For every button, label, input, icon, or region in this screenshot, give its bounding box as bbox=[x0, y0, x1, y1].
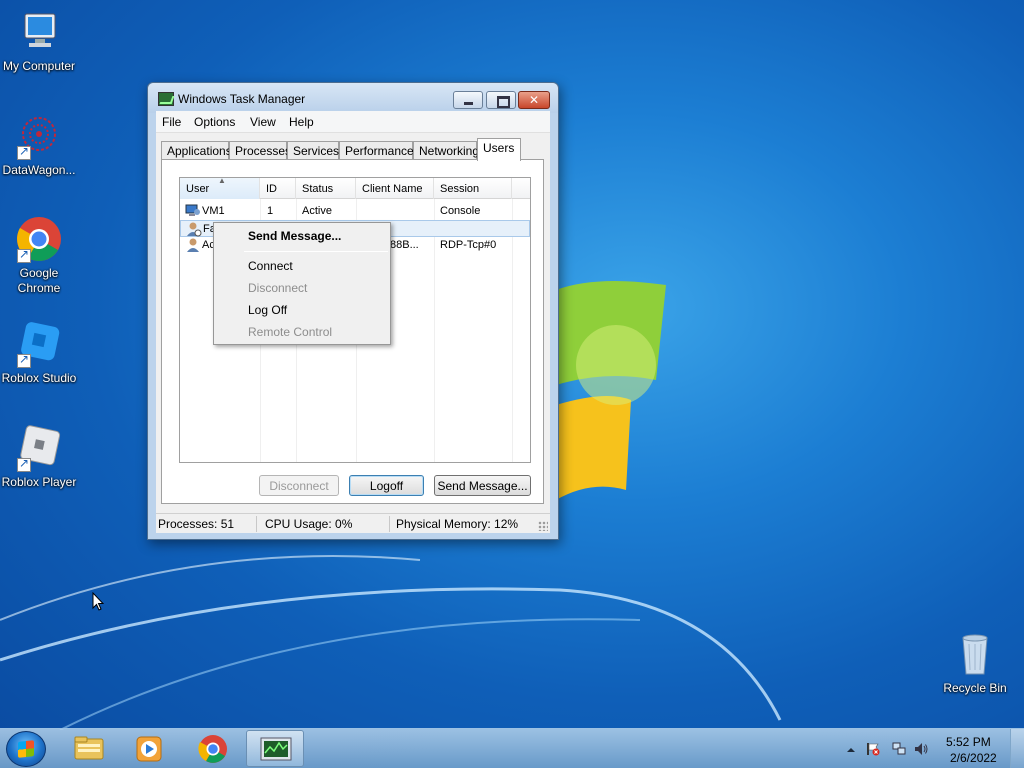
column-header-user[interactable]: ▲ User bbox=[180, 176, 260, 199]
column-header-client-name[interactable]: Client Name bbox=[356, 178, 434, 199]
context-connect[interactable]: Connect bbox=[216, 256, 388, 276]
shortcut-arrow-icon bbox=[17, 352, 31, 368]
media-player-icon bbox=[136, 736, 162, 762]
user-context-menu: Send Message... Connect Disconnect Log O… bbox=[213, 222, 391, 345]
status-cpu-usage: CPU Usage: 0% bbox=[265, 517, 353, 531]
show-desktop-button[interactable] bbox=[1010, 729, 1024, 768]
desktop-icon-datawagon[interactable]: DataWagon... bbox=[0, 112, 78, 178]
shortcut-arrow-icon bbox=[17, 144, 31, 160]
mouse-cursor-icon bbox=[92, 592, 104, 611]
desktop-icon-roblox-studio[interactable]: Roblox Studio bbox=[0, 320, 78, 386]
desktop-icon-label: Roblox Player bbox=[1, 475, 77, 489]
table-row[interactable]: VM1 1 Active Console bbox=[180, 203, 530, 220]
datawagon-icon bbox=[15, 112, 63, 160]
column-header-session[interactable]: Session bbox=[434, 178, 512, 199]
context-menu-separator bbox=[244, 251, 388, 252]
context-remote-control: Remote Control bbox=[248, 325, 333, 339]
status-physical-memory: Physical Memory: 12% bbox=[396, 517, 519, 531]
windows-explorer-icon bbox=[74, 736, 104, 760]
maximize-button[interactable] bbox=[486, 91, 516, 109]
recycle-bin-icon bbox=[951, 630, 999, 678]
resize-grip-icon[interactable] bbox=[538, 521, 548, 531]
menu-help[interactable]: Help bbox=[289, 115, 314, 129]
close-button[interactable] bbox=[518, 91, 550, 109]
taskbar-media-player[interactable] bbox=[120, 730, 178, 767]
desktop-icon-google-chrome[interactable]: Google Chrome bbox=[0, 215, 78, 296]
action-center-flag-icon[interactable] bbox=[866, 742, 880, 756]
taskbar: 5:52 PM 2/6/2022 bbox=[0, 728, 1024, 768]
task-manager-icon bbox=[260, 737, 292, 761]
cell-user: VM1 bbox=[202, 205, 225, 217]
sort-ascending-icon: ▲ bbox=[218, 176, 226, 185]
user-icon bbox=[187, 238, 199, 252]
status-divider bbox=[389, 516, 390, 532]
clock-date[interactable]: 2/6/2022 bbox=[950, 751, 997, 765]
taskbar-task-manager[interactable] bbox=[246, 730, 304, 767]
send-message-button[interactable]: Send Message... bbox=[434, 475, 531, 496]
menu-view[interactable]: View bbox=[250, 115, 276, 129]
desktop-icon-my-computer[interactable]: My Computer bbox=[0, 8, 78, 74]
console-user-icon bbox=[185, 204, 200, 216]
chrome-icon bbox=[15, 215, 63, 263]
desktop-icon-recycle-bin[interactable]: Recycle Bin bbox=[936, 630, 1014, 696]
status-divider bbox=[256, 516, 257, 532]
clock-time[interactable]: 5:52 PM bbox=[946, 735, 991, 749]
taskbar-google-chrome[interactable] bbox=[184, 730, 242, 767]
task-manager-icon bbox=[158, 92, 174, 106]
list-header: ▲ User ID Status Client Name Session bbox=[180, 176, 530, 199]
desktop-icon-roblox-player[interactable]: Roblox Player bbox=[0, 424, 78, 490]
context-disconnect: Disconnect bbox=[248, 281, 308, 295]
tab-performance[interactable]: Performance bbox=[339, 141, 414, 160]
shortcut-arrow-icon bbox=[17, 247, 31, 263]
cell-session: Console bbox=[440, 205, 481, 217]
minimize-button[interactable] bbox=[453, 91, 483, 109]
network-icon[interactable] bbox=[892, 742, 906, 756]
title-bar[interactable]: Windows Task Manager bbox=[148, 83, 558, 113]
computer-icon bbox=[15, 8, 63, 56]
desktop-icon-label: DataWagon... bbox=[2, 163, 76, 177]
column-header-id[interactable]: ID bbox=[260, 178, 296, 199]
show-hidden-icons-chevron-icon[interactable] bbox=[844, 743, 858, 757]
context-log-off[interactable]: Log Off bbox=[216, 300, 388, 320]
start-button[interactable] bbox=[6, 731, 46, 767]
cell-session: RDP-Tcp#0 bbox=[440, 239, 497, 251]
status-bar: Processes: 51 CPU Usage: 0% Physical Mem… bbox=[156, 513, 550, 533]
desktop-icon-label: Google Chrome bbox=[17, 266, 61, 295]
disconnect-button[interactable]: Disconnect bbox=[259, 475, 339, 496]
tab-networking[interactable]: Networking bbox=[413, 141, 479, 160]
chrome-icon bbox=[198, 735, 227, 763]
cell-client-name: 88B... bbox=[390, 239, 419, 251]
menu-file[interactable]: File bbox=[162, 115, 181, 129]
context-send-message[interactable]: Send Message... bbox=[216, 226, 388, 246]
menu-bar: File Options View Help bbox=[156, 111, 550, 133]
shortcut-arrow-icon bbox=[17, 456, 31, 472]
menu-options[interactable]: Options bbox=[194, 115, 235, 129]
cell-status: Active bbox=[302, 205, 332, 217]
tab-processes[interactable]: Processes bbox=[229, 141, 291, 160]
window-title: Windows Task Manager bbox=[178, 92, 306, 106]
user-icon bbox=[187, 222, 202, 237]
logoff-button[interactable]: Logoff bbox=[349, 475, 424, 496]
status-processes: Processes: 51 bbox=[158, 517, 235, 531]
desktop-icon-label: Recycle Bin bbox=[943, 681, 1007, 695]
tab-applications[interactable]: Applications bbox=[161, 141, 232, 160]
tab-users[interactable]: Users bbox=[477, 138, 521, 161]
desktop-icon-label: My Computer bbox=[2, 59, 76, 73]
column-label: User bbox=[186, 183, 210, 195]
tab-services[interactable]: Services bbox=[287, 141, 339, 160]
column-header-status[interactable]: Status bbox=[296, 178, 356, 199]
desktop-icon-label: Roblox Studio bbox=[1, 371, 77, 385]
wallpaper-windows-flag bbox=[556, 281, 666, 500]
roblox-studio-icon bbox=[15, 320, 63, 368]
roblox-player-icon bbox=[15, 424, 63, 472]
wallpaper-swoosh bbox=[0, 555, 782, 730]
cell-id: 1 bbox=[267, 205, 274, 217]
volume-icon[interactable] bbox=[914, 742, 928, 756]
taskbar-windows-explorer[interactable] bbox=[60, 730, 118, 767]
